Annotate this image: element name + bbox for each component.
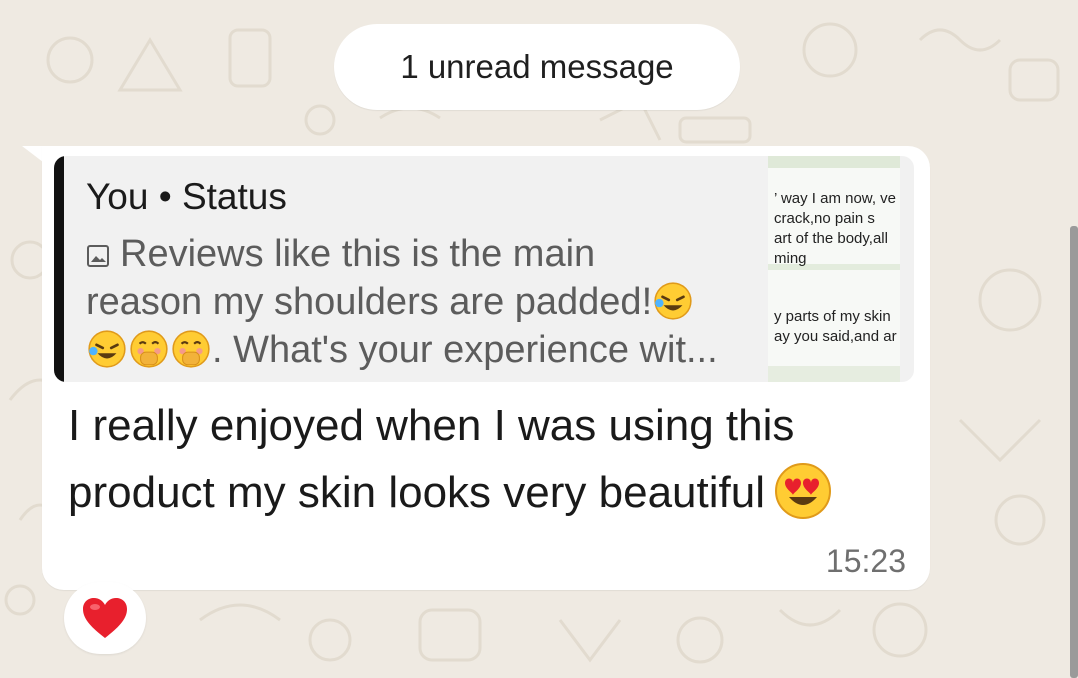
heart-eyes-emoji-icon [774,463,831,519]
hand-over-mouth-emoji-icon [172,330,210,368]
quote-accent-bar [54,156,64,382]
heart-icon [83,598,127,638]
quote-text-line-2: reason my shoulders are padded! [86,281,653,323]
quote-text: Reviews like this is the main reason my … [86,230,746,374]
message-line-1: I really enjoyed when I was using this [68,401,795,450]
status-thumbnail[interactable]: ’ way I am now, ve crack,no pain s art o… [768,156,900,382]
thumbnail-text: ay you said,and ar [774,328,897,345]
hand-over-mouth-emoji-icon [130,330,168,368]
message-bubble[interactable]: You • Status Reviews like this is the ma… [42,146,930,590]
message-line-2: product my skin looks very beautiful [68,468,765,517]
status-reply-quote[interactable]: You • Status Reviews like this is the ma… [54,156,914,382]
quote-text-line-1: Reviews like this is the main [120,233,596,275]
rolling-laughing-emoji-icon [88,330,126,368]
quote-text-line-3: . What's your experience wit... [212,329,718,371]
quote-author: You • Status [86,176,287,217]
thumbnail-text: y parts of my skin [774,308,891,325]
rolling-laughing-emoji-icon [654,282,692,320]
thumbnail-text: crack,no pain s [774,210,875,227]
message-text: I really enjoyed when I was using this p… [68,392,908,526]
thumbnail-text: ming [774,250,807,267]
message-timestamp: 15:23 [825,543,906,579]
scrollbar[interactable] [1070,226,1078,678]
thumbnail-text: ’ way I am now, ve [774,190,896,207]
photo-icon [87,245,109,267]
unread-message-label: 1 unread message [400,48,674,85]
unread-message-divider: 1 unread message [334,24,740,110]
heart-reaction[interactable] [64,582,146,654]
thumbnail-text: art of the body,all [774,230,888,247]
